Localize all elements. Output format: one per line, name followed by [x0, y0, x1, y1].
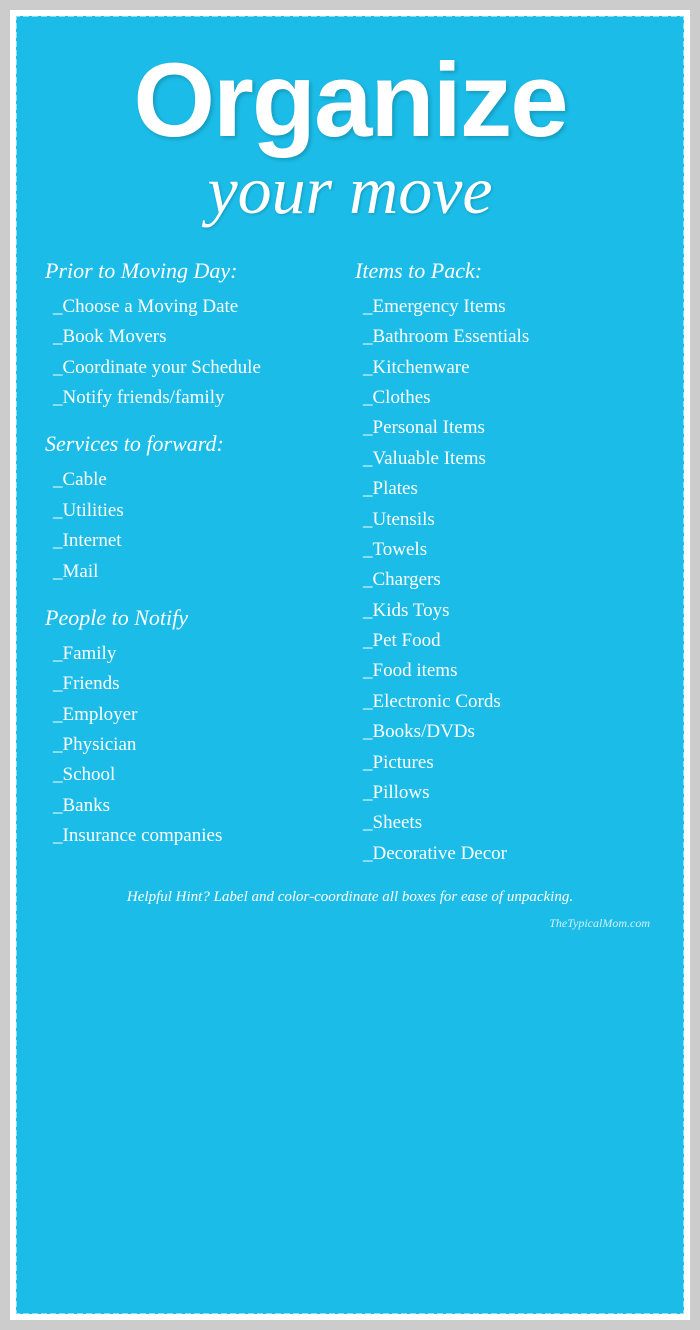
list-item: _Insurance companies — [45, 821, 345, 851]
list-item: _Decorative Decor — [355, 839, 655, 869]
list-item: _Internet — [45, 526, 345, 556]
list-item: _Kitchenware — [355, 353, 655, 383]
list-item: _Kids Toys — [355, 596, 655, 626]
list-item: _Emergency Items — [355, 292, 655, 322]
list-item: _Book Movers — [45, 322, 345, 352]
title-organize: Organize — [30, 48, 670, 153]
list-item: _Sheets — [355, 808, 655, 838]
list-item: _Bathroom Essentials — [355, 322, 655, 352]
title-section: Organize your move — [30, 28, 670, 243]
list-item: _Personal Items — [355, 413, 655, 443]
list-item: _School — [45, 760, 345, 790]
watermark: TheTypicalMom.com — [30, 916, 670, 931]
list-item: _Family — [45, 639, 345, 669]
list-item: _Pet Food — [355, 626, 655, 656]
left-column: Prior to Moving Day: _Choose a Moving Dat… — [45, 258, 345, 869]
content-area: Prior to Moving Day: _Choose a Moving Dat… — [30, 243, 670, 869]
list-item: _Valuable Items — [355, 444, 655, 474]
list-item: _Pillows — [355, 778, 655, 808]
list-item: _Food items — [355, 656, 655, 686]
list-item: _Coordinate your Schedule — [45, 353, 345, 383]
list-item: _Mail — [45, 557, 345, 587]
list-item: _Towels — [355, 535, 655, 565]
list-item: _Books/DVDs — [355, 717, 655, 747]
list-item: _Friends — [45, 669, 345, 699]
list-item: _Clothes — [355, 383, 655, 413]
list-item: _Notify friends/family — [45, 383, 345, 413]
list-item: _Plates — [355, 474, 655, 504]
section-heading: People to Notify — [45, 605, 345, 631]
list-item: _Cable — [45, 465, 345, 495]
title-your-move: your move — [30, 153, 670, 228]
list-item: _Pictures — [355, 748, 655, 778]
list-item: _Utensils — [355, 505, 655, 535]
hint-text: Helpful Hint? Label and color-coordinate… — [30, 869, 670, 916]
right-column: Items to Pack: _Emergency Items_Bathroom … — [355, 258, 655, 869]
list-item: _Employer — [45, 700, 345, 730]
list-item: _Chargers — [355, 565, 655, 595]
list-item: _Choose a Moving Date — [45, 292, 345, 322]
section-heading: Prior to Moving Day: — [45, 258, 345, 284]
list-item: _Banks — [45, 791, 345, 821]
section-heading: Items to Pack: — [355, 258, 655, 284]
section-heading: Services to forward: — [45, 431, 345, 457]
list-item: _Electronic Cords — [355, 687, 655, 717]
main-card: Organize your move Prior to Moving Day: _… — [10, 10, 690, 1320]
list-item: _Utilities — [45, 496, 345, 526]
list-item: _Physician — [45, 730, 345, 760]
